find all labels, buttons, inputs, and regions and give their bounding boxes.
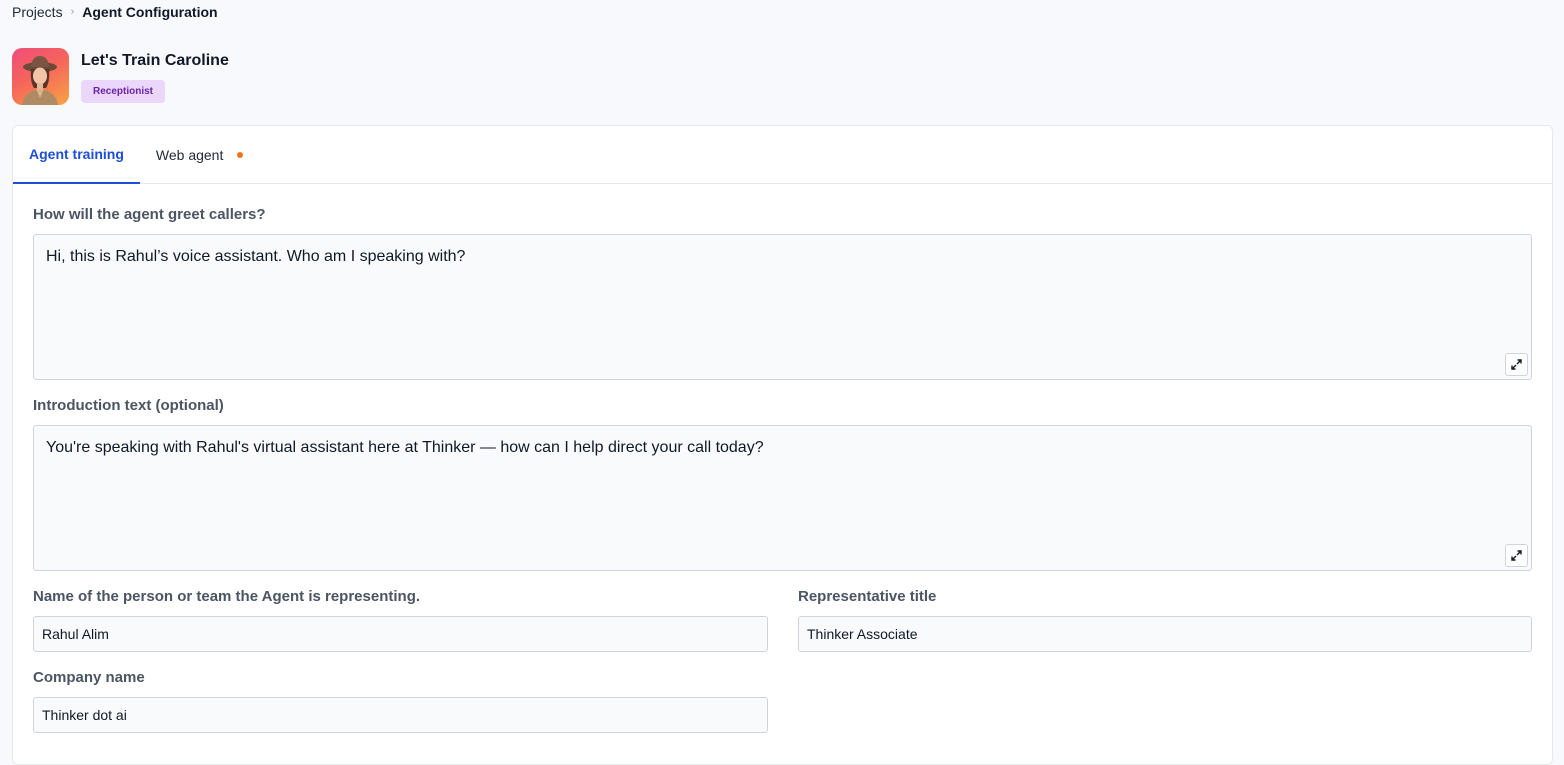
chevron-right-icon: › — [70, 6, 75, 18]
agent-title: Let's Train Caroline — [81, 52, 229, 69]
rep-title-label: Representative title — [798, 588, 937, 605]
unsaved-indicator-dot-icon — [237, 151, 244, 158]
company-label: Company name — [33, 669, 145, 686]
tab-bar: Agent training Web agent — [13, 126, 1552, 184]
tab-web-agent-label: Web agent — [155, 146, 224, 163]
representing-input[interactable]: Rahul Alim — [33, 616, 768, 652]
tab-agent-training[interactable]: Agent training — [13, 126, 140, 184]
role-badge: Receptionist — [81, 80, 166, 103]
breadcrumb-projects-link[interactable]: Projects — [12, 4, 63, 20]
expand-greeting-button[interactable] — [1505, 353, 1528, 376]
woman-portrait-avatar-icon — [22, 56, 58, 105]
rep-title-input[interactable]: Thinker Associate — [798, 616, 1532, 652]
introduction-text: You're speaking with Rahul's virtual ass… — [46, 439, 764, 456]
breadcrumb: Projects › Agent Configuration — [12, 4, 218, 20]
representing-label: Name of the person or team the Agent is … — [33, 588, 421, 605]
expand-icon — [1511, 359, 1522, 370]
tab-web-agent[interactable]: Web agent — [140, 126, 259, 183]
agent-info: Let's Train Caroline Receptionist — [81, 48, 229, 105]
company-input[interactable]: Thinker dot ai — [33, 697, 768, 733]
greeting-text: Hi, this is Rahul’s voice assistant. Who… — [46, 248, 466, 265]
introduction-label: Introduction text (optional) — [33, 397, 224, 414]
tab-agent-training-label: Agent training — [29, 146, 124, 162]
agent-header: Let's Train Caroline Receptionist — [12, 48, 229, 105]
breadcrumb-current: Agent Configuration — [82, 4, 218, 20]
avatar — [12, 48, 69, 105]
greeting-label: How will the agent greet callers? — [33, 206, 266, 223]
introduction-textarea[interactable]: You're speaking with Rahul's virtual ass… — [33, 425, 1532, 571]
expand-introduction-button[interactable] — [1505, 544, 1528, 567]
expand-icon — [1511, 550, 1522, 561]
greeting-textarea[interactable]: Hi, this is Rahul’s voice assistant. Who… — [33, 234, 1532, 380]
